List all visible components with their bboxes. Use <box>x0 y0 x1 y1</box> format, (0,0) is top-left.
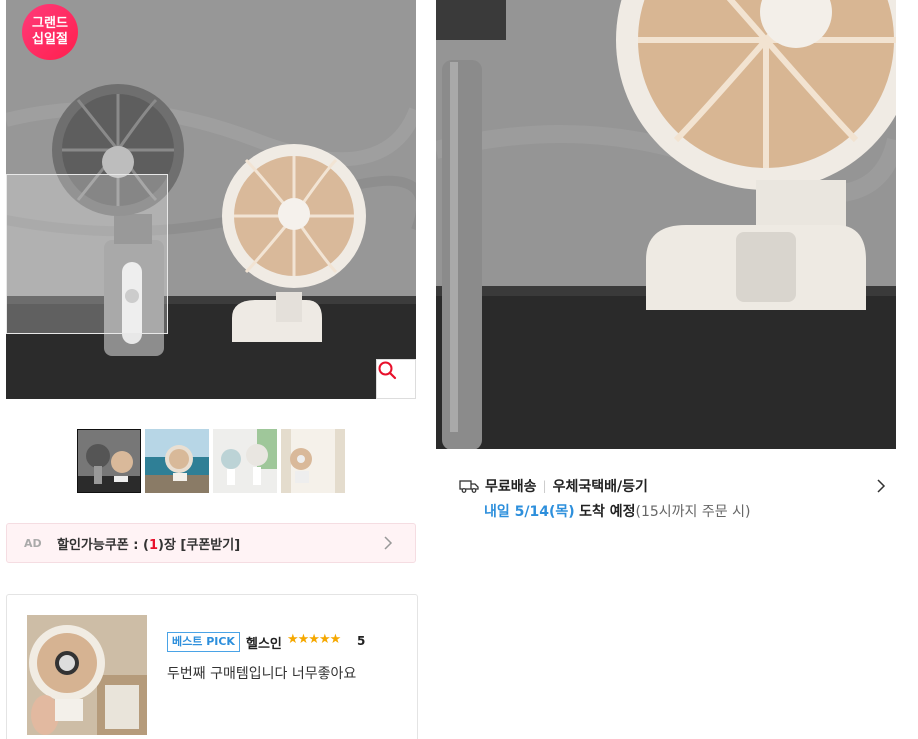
thumbnail-2[interactable] <box>145 429 209 493</box>
ad-label: AD <box>24 536 42 550</box>
review-text: 두번째 구매템입니다 너무좋아요 <box>167 666 357 682</box>
zoomed-product-image <box>436 0 896 449</box>
magnifier-icon <box>378 361 397 380</box>
zoomed-photo <box>436 0 896 449</box>
star-rating: ★★★★★ <box>287 632 341 647</box>
review-card[interactable]: 베스트 PICK 헬스인 ★★★★★ 5 두번째 구매템입니다 너무좋아요 <box>6 594 418 739</box>
arrival-estimate: 내일 5/14(목) 도착 예정(15시까지 주문 시) <box>484 501 750 521</box>
grand-11-badge: 그랜드 십일절 <box>22 4 78 60</box>
order-cutoff-note: (15시까지 주문 시) <box>635 504 751 520</box>
rating-score: 5 <box>357 634 366 648</box>
thumbnail-4[interactable] <box>281 429 345 493</box>
main-product-image[interactable]: 그랜드 십일절 <box>6 0 416 399</box>
zoom-button[interactable] <box>376 359 416 399</box>
review-image[interactable] <box>27 615 147 735</box>
coupon-count: 1 <box>148 537 158 553</box>
separator: | <box>542 479 547 493</box>
thumbnail-1[interactable] <box>77 429 141 493</box>
coupon-text: 할인가능쿠폰 : (1)장 [쿠폰받기] <box>57 537 241 553</box>
reviewer-name: 헬스인 <box>246 637 282 652</box>
delivery-chevron-right-icon[interactable] <box>876 478 886 494</box>
zoom-lens[interactable] <box>6 174 168 334</box>
arrival-label: 도착 예정 <box>579 504 636 520</box>
coupon-bar[interactable]: AD 할인가능쿠폰 : (1)장 [쿠폰받기] <box>6 523 416 563</box>
best-pick-badge: 베스트 PICK <box>167 632 240 652</box>
free-shipping-label: 무료배송 <box>485 479 537 495</box>
carrier-label: 우체국택배/등기 <box>552 479 648 495</box>
delivery-info: 무료배송 | 우체국택배/등기 내일 5/14(목) 도착 예정(15시까지 주… <box>459 476 750 520</box>
thumbnail-strip <box>77 429 345 493</box>
thumbnail-3[interactable] <box>213 429 277 493</box>
truck-icon <box>459 480 479 493</box>
chevron-right-icon <box>384 536 393 550</box>
arrival-date: 내일 5/14(목) <box>484 504 575 520</box>
